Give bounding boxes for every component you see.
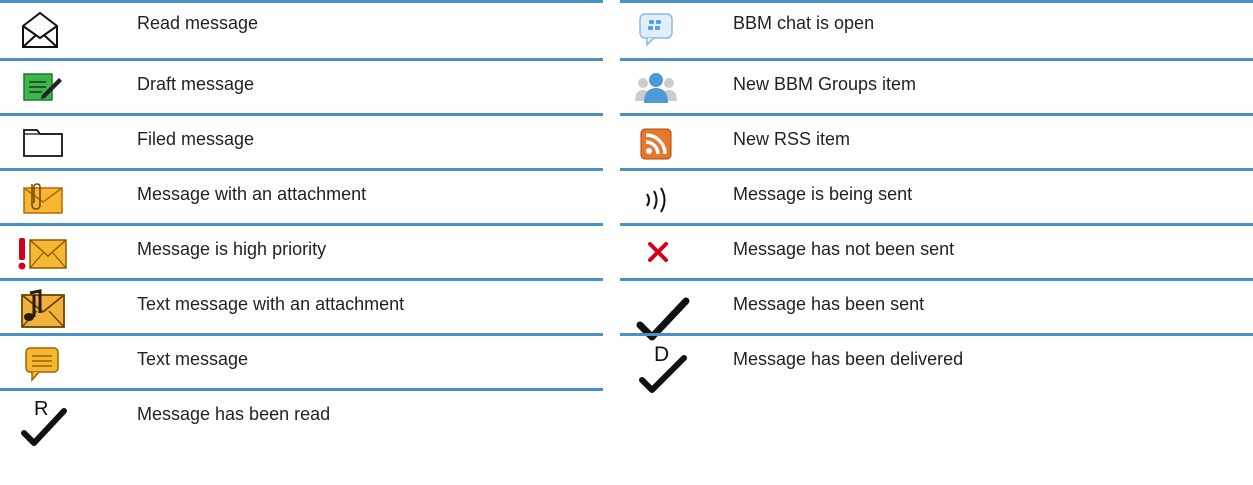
legend-row: Draft message (0, 58, 603, 113)
icon-legend-table: Read message Draft message Filed message… (0, 0, 1253, 485)
folder-icon (23, 129, 63, 157)
icon-cell (0, 6, 120, 54)
legend-label: Text message with an attachment (137, 294, 405, 314)
legend-label: Read message (137, 13, 259, 33)
rss-feed-icon (640, 128, 672, 160)
legend-row: R Message has been read (0, 388, 603, 446)
legend-label: BBM chat is open (733, 13, 875, 33)
text-attachment-envelope-icon (21, 289, 65, 328)
delivered-glyph: D (654, 343, 669, 366)
legend-label: Message is high priority (137, 239, 327, 259)
draft-message-icon (23, 73, 62, 101)
read-glyph: R (34, 398, 48, 420)
text-message-bubble-icon (25, 347, 59, 382)
legend-row: Message has been sent (620, 278, 1253, 341)
legend-row: New RSS item (620, 113, 1253, 168)
icon-cell (0, 122, 120, 170)
legend-row: Text message (0, 333, 603, 388)
legend-row: D Message has been delivered (620, 333, 1253, 393)
legend-label: New BBM Groups item (733, 74, 917, 94)
legend-label: Filed message (137, 129, 255, 149)
legend-label: Message with an attachment (137, 184, 367, 204)
legend-row: Message is high priority (0, 223, 603, 278)
legend-label: Message is being sent (733, 184, 913, 204)
icon-cell (620, 232, 740, 280)
legend-label: Message has been sent (733, 294, 925, 314)
icon-cell (0, 67, 120, 115)
sending-waves-icon (646, 187, 666, 213)
delivered-checkmark-icon: D (639, 343, 687, 393)
icon-cell: D (620, 342, 740, 393)
legend-row: BBM chat is open (620, 0, 1253, 58)
legend-row: Text message with an attachment (0, 278, 603, 333)
legend-row: Read message (0, 0, 603, 58)
right-column: BBM chat is open New BBM Groups item New… (620, 0, 1253, 393)
legend-label: Message has been read (137, 404, 331, 424)
not-sent-x-icon (648, 242, 668, 262)
icon-cell (620, 287, 740, 341)
icon-cell (0, 232, 120, 280)
icon-cell (0, 287, 120, 335)
legend-row: New BBM Groups item (620, 58, 1253, 113)
icon-cell: R (0, 397, 120, 446)
icon-cell (620, 177, 740, 225)
icon-cell (620, 122, 740, 170)
icon-cell (620, 6, 740, 54)
icon-cell (0, 342, 120, 390)
high-priority-envelope-icon (18, 238, 67, 270)
legend-label: Message has been delivered (733, 349, 964, 369)
legend-row: Filed message (0, 113, 603, 168)
icon-cell (0, 177, 120, 225)
legend-label: Message has not been sent (733, 239, 955, 259)
legend-label: Draft message (137, 74, 255, 94)
envelope-attachment-icon (23, 183, 63, 214)
legend-row: Message with an attachment (0, 168, 603, 223)
left-column: Read message Draft message Filed message… (0, 0, 603, 446)
legend-row: Message is being sent (620, 168, 1253, 223)
icon-cell (620, 67, 740, 115)
legend-row: Message has not been sent (620, 223, 1253, 278)
open-envelope-icon (22, 11, 58, 48)
bbm-chat-bubble-icon (639, 13, 673, 47)
legend-label: Text message (137, 349, 249, 369)
legend-label: New RSS item (733, 129, 851, 149)
bbm-groups-people-icon (635, 73, 677, 103)
read-checkmark-icon: R (21, 398, 67, 446)
